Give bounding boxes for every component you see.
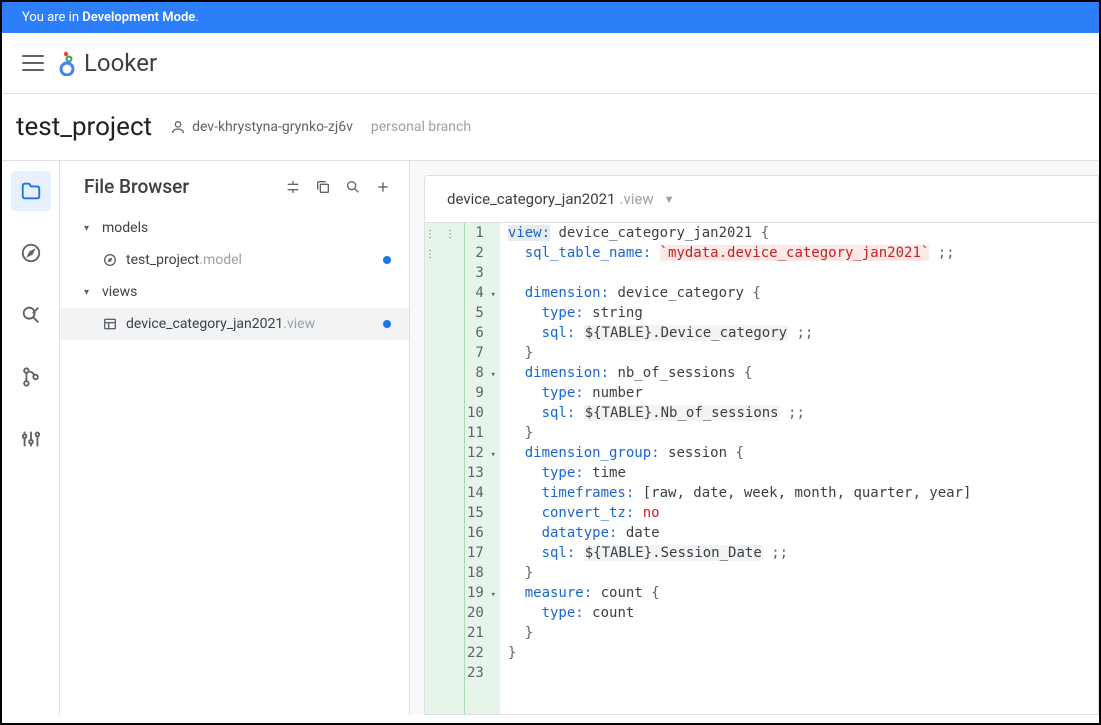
line-gutter: 1234567891011121314151617181920212223 — [465, 223, 500, 714]
rail-files-icon[interactable] — [11, 171, 51, 211]
tree-file-view[interactable]: device_category_jan2021.view — [60, 308, 409, 340]
chevron-down-icon[interactable]: ▼ — [664, 193, 675, 206]
rail-search-icon[interactable] — [11, 295, 51, 335]
modified-dot-icon — [383, 320, 391, 328]
banner-prefix: You are in — [22, 10, 82, 25]
view-file-icon — [102, 316, 118, 332]
tab-name: device_category_jan2021 — [447, 190, 616, 208]
tree-folder-models[interactable]: ▾ models — [60, 212, 409, 244]
tree-file-model[interactable]: test_project.model — [60, 244, 409, 276]
editor-wrap: device_category_jan2021.view ▼ ⋮ ⋮ ⋮ 123… — [410, 161, 1099, 715]
modified-dot-icon — [383, 256, 391, 264]
left-rail — [2, 161, 60, 715]
code-area[interactable]: ⋮ ⋮ ⋮ 1234567891011121314151617181920212… — [425, 223, 1098, 714]
branch-button[interactable]: dev-khrystyna-grynko-zj6v — [170, 119, 353, 135]
brand-logo[interactable]: Looker — [58, 49, 157, 77]
chevron-down-icon: ▾ — [84, 223, 94, 234]
copy-icon[interactable] — [315, 179, 331, 195]
model-file-icon — [102, 252, 118, 268]
project-title: test_project — [16, 112, 152, 142]
branch-name: dev-khrystyna-grynko-zj6v — [192, 119, 353, 135]
change-marker-column: ⋮ ⋮ ⋮ — [425, 223, 465, 714]
folder-label: models — [102, 220, 148, 236]
branch-label: personal branch — [371, 119, 471, 135]
brand-name: Looker — [84, 49, 157, 77]
folder-label: views — [102, 284, 137, 300]
editor: device_category_jan2021.view ▼ ⋮ ⋮ ⋮ 123… — [424, 175, 1099, 715]
logo-icon — [58, 50, 78, 76]
add-icon[interactable] — [375, 179, 391, 195]
main-area: File Browser ▾ models test_project.model… — [2, 161, 1099, 715]
menu-button[interactable] — [22, 55, 44, 71]
tree-folder-views[interactable]: ▾ views — [60, 276, 409, 308]
tab-ext: .view — [620, 190, 654, 208]
file-name: test_project.model — [126, 252, 242, 268]
collapse-icon[interactable] — [285, 179, 301, 195]
user-icon — [170, 119, 186, 135]
search-icon[interactable] — [345, 179, 361, 195]
file-browser-tools — [285, 179, 391, 195]
file-name: device_category_jan2021.view — [126, 316, 315, 332]
banner-suffix: . — [195, 10, 198, 25]
rail-git-icon[interactable] — [11, 357, 51, 397]
file-browser-title: File Browser — [84, 175, 189, 198]
app-header: Looker — [2, 33, 1099, 94]
banner-mode: Development Mode — [82, 10, 195, 25]
code-lines[interactable]: view: device_category_jan2021 { sql_tabl… — [500, 223, 1098, 714]
file-browser-panel: File Browser ▾ models test_project.model… — [60, 161, 410, 715]
project-bar: test_project dev-khrystyna-grynko-zj6v p… — [2, 94, 1099, 161]
dev-mode-banner: You are in Development Mode. — [2, 2, 1099, 33]
rail-compass-icon[interactable] — [11, 233, 51, 273]
chevron-down-icon: ▾ — [84, 287, 94, 298]
rail-settings-icon[interactable] — [11, 419, 51, 459]
file-tree: ▾ models test_project.model ▾ views devi… — [60, 212, 409, 340]
editor-tab[interactable]: device_category_jan2021.view ▼ — [425, 176, 1098, 223]
file-browser-header: File Browser — [60, 175, 409, 212]
